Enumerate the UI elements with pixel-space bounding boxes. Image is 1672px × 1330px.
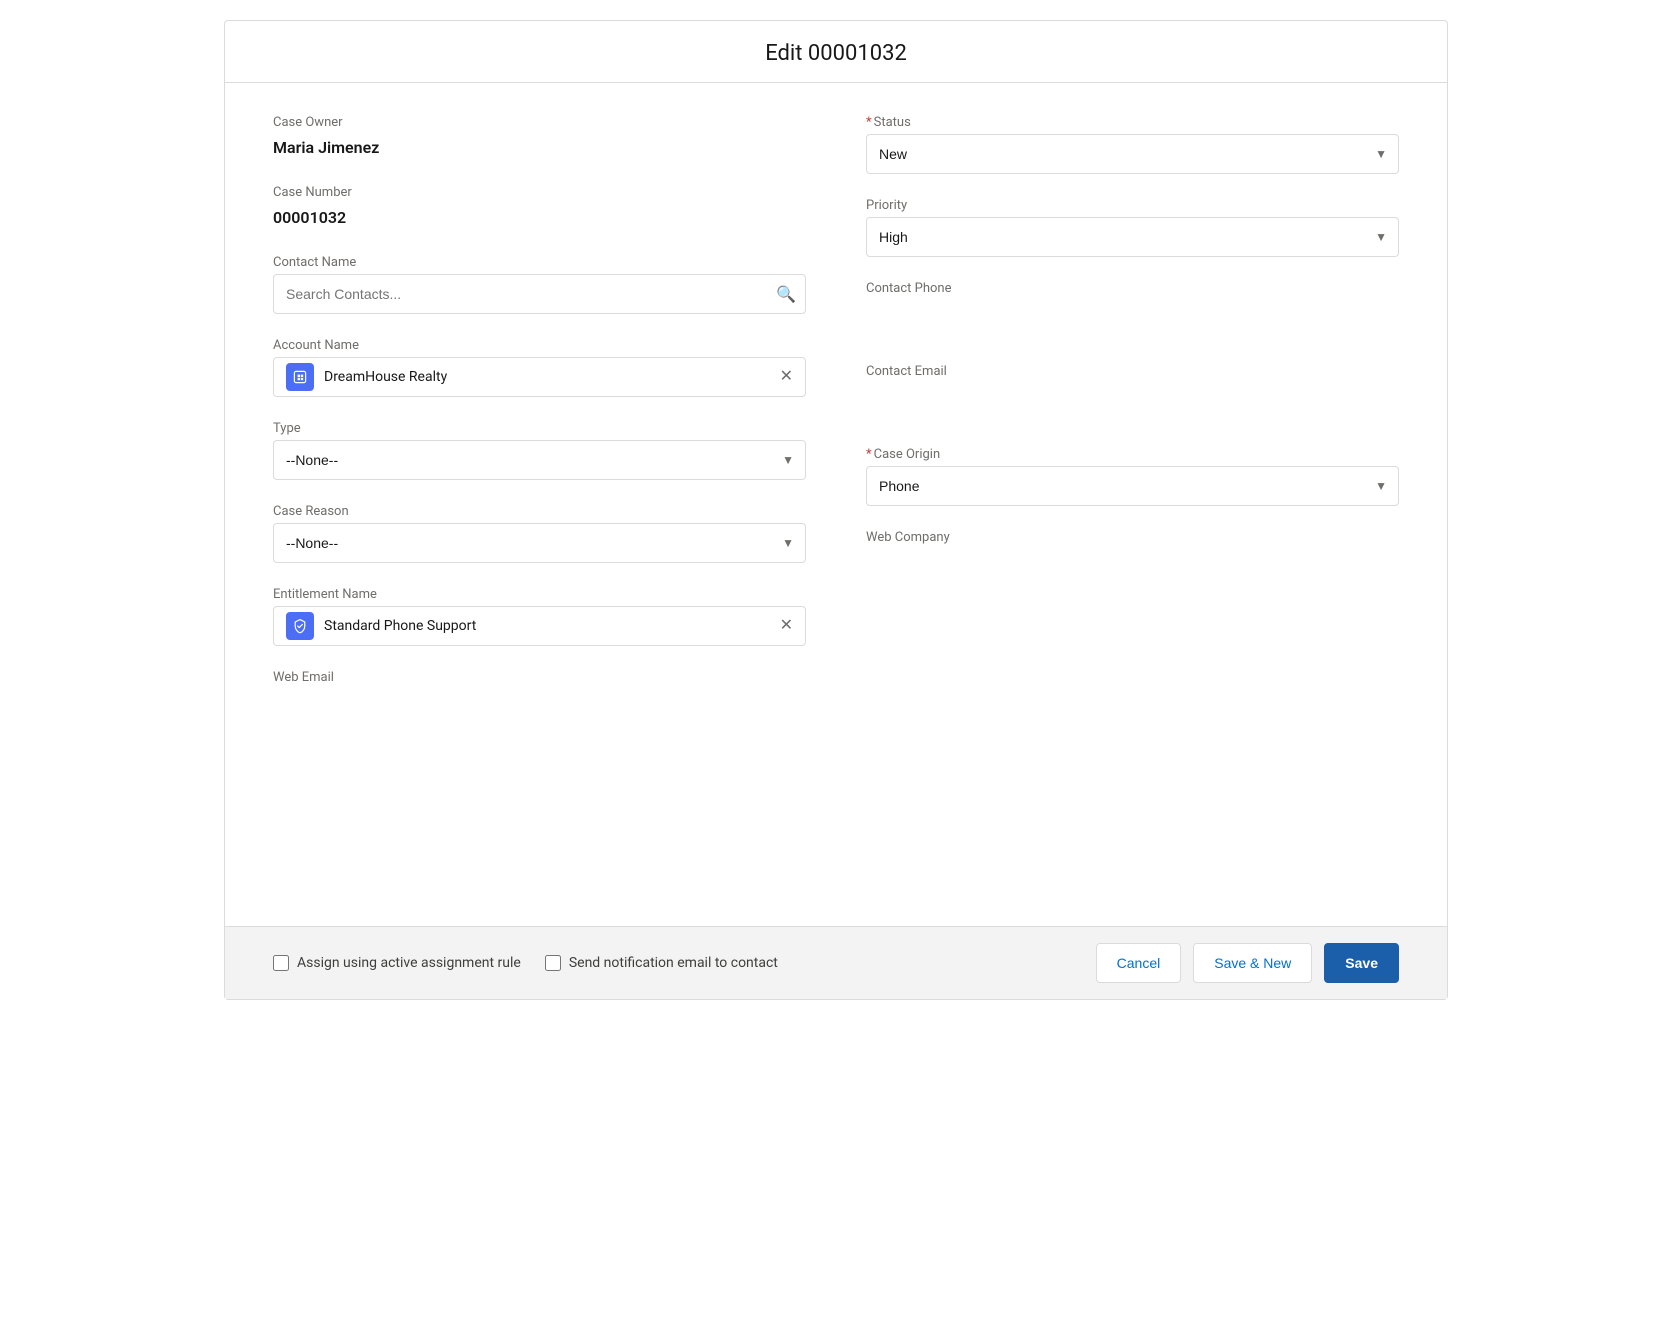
assign-rule-checkbox[interactable] [273, 955, 289, 971]
status-field: * Status New Working Escalated Closed ▼ [866, 115, 1399, 174]
case-owner-label: Case Owner [273, 115, 806, 130]
type-field: Type --None-- User Feature Request Quest… [273, 421, 806, 480]
account-icon [286, 363, 314, 391]
priority-field: Priority High Medium Low ▼ [866, 198, 1399, 257]
contact-name-input[interactable] [273, 274, 806, 314]
contact-phone-value [866, 300, 1399, 340]
account-name-field: Account Name DreamHouse Realty [273, 338, 806, 397]
modal-body: Case Owner Maria Jimenez Case Number 000… [225, 83, 1447, 926]
entitlement-name-lookup[interactable]: Standard Phone Support ✕ [273, 606, 806, 646]
case-owner-field: Case Owner Maria Jimenez [273, 115, 806, 161]
contact-phone-label: Contact Phone [866, 281, 1399, 296]
account-name-lookup[interactable]: DreamHouse Realty ✕ [273, 357, 806, 397]
web-email-label: Web Email [273, 670, 806, 685]
modal-header: Edit 00001032 [225, 21, 1447, 83]
search-icon: 🔍 [776, 285, 796, 304]
modal-footer: Assign using active assignment rule Send… [225, 926, 1447, 999]
save-new-button[interactable]: Save & New [1193, 943, 1312, 983]
cancel-button[interactable]: Cancel [1096, 943, 1182, 983]
account-name-label: Account Name [273, 338, 806, 353]
contact-name-label: Contact Name [273, 255, 806, 270]
case-reason-select[interactable]: --None-- Installation User Education Per… [273, 523, 806, 563]
account-name-clear-button[interactable]: ✕ [780, 369, 793, 385]
entitlement-name-value: Standard Phone Support [324, 618, 770, 634]
type-select-wrapper: --None-- User Feature Request Question P… [273, 440, 806, 480]
contact-name-wrapper: 🔍 [273, 274, 806, 314]
case-origin-field: * Case Origin Phone Email Web ▼ [866, 447, 1399, 506]
entitlement-name-clear-button[interactable]: ✕ [780, 618, 793, 634]
type-select[interactable]: --None-- User Feature Request Question P… [273, 440, 806, 480]
status-required-indicator: * [866, 115, 872, 130]
assign-rule-checkbox-item: Assign using active assignment rule [273, 955, 521, 971]
contact-email-field: Contact Email [866, 364, 1399, 423]
web-company-value [866, 549, 1399, 589]
edit-modal: Edit 00001032 Case Owner Maria Jimenez C… [224, 20, 1448, 1000]
footer-checkboxes: Assign using active assignment rule Send… [273, 955, 1076, 971]
footer-buttons: Cancel Save & New Save [1096, 943, 1399, 983]
right-column: * Status New Working Escalated Closed ▼ [866, 115, 1399, 753]
type-label: Type [273, 421, 806, 436]
notify-checkbox[interactable] [545, 955, 561, 971]
entitlement-icon [286, 612, 314, 640]
status-select[interactable]: New Working Escalated Closed [866, 134, 1399, 174]
web-company-label: Web Company [866, 530, 1399, 545]
case-origin-label: * Case Origin [866, 447, 1399, 462]
case-number-label: Case Number [273, 185, 806, 200]
priority-select-wrapper: High Medium Low ▼ [866, 217, 1399, 257]
entitlement-name-label: Entitlement Name [273, 587, 806, 602]
contact-phone-field: Contact Phone [866, 281, 1399, 340]
contact-email-label: Contact Email [866, 364, 1399, 379]
case-origin-select[interactable]: Phone Email Web [866, 466, 1399, 506]
form-grid: Case Owner Maria Jimenez Case Number 000… [273, 115, 1399, 753]
web-email-field: Web Email [273, 670, 806, 729]
web-company-field: Web Company [866, 530, 1399, 589]
assign-rule-label: Assign using active assignment rule [297, 955, 521, 971]
case-reason-select-wrapper: --None-- Installation User Education Per… [273, 523, 806, 563]
notify-label: Send notification email to contact [569, 955, 778, 971]
status-select-wrapper: New Working Escalated Closed ▼ [866, 134, 1399, 174]
contact-name-field: Contact Name 🔍 [273, 255, 806, 314]
case-reason-field: Case Reason --None-- Installation User E… [273, 504, 806, 563]
priority-select[interactable]: High Medium Low [866, 217, 1399, 257]
case-number-value: 00001032 [273, 204, 806, 231]
priority-label: Priority [866, 198, 1399, 213]
contact-email-value [866, 383, 1399, 423]
web-email-value [273, 689, 806, 729]
case-reason-label: Case Reason [273, 504, 806, 519]
status-label: * Status [866, 115, 1399, 130]
modal-title: Edit 00001032 [225, 41, 1447, 66]
account-name-value: DreamHouse Realty [324, 369, 770, 385]
case-origin-required-indicator: * [866, 447, 872, 462]
left-column: Case Owner Maria Jimenez Case Number 000… [273, 115, 806, 753]
case-number-field: Case Number 00001032 [273, 185, 806, 231]
entitlement-name-field: Entitlement Name Standard Phone Support … [273, 587, 806, 646]
case-origin-select-wrapper: Phone Email Web ▼ [866, 466, 1399, 506]
case-owner-value: Maria Jimenez [273, 134, 806, 161]
notify-checkbox-item: Send notification email to contact [545, 955, 778, 971]
save-button[interactable]: Save [1324, 943, 1399, 983]
